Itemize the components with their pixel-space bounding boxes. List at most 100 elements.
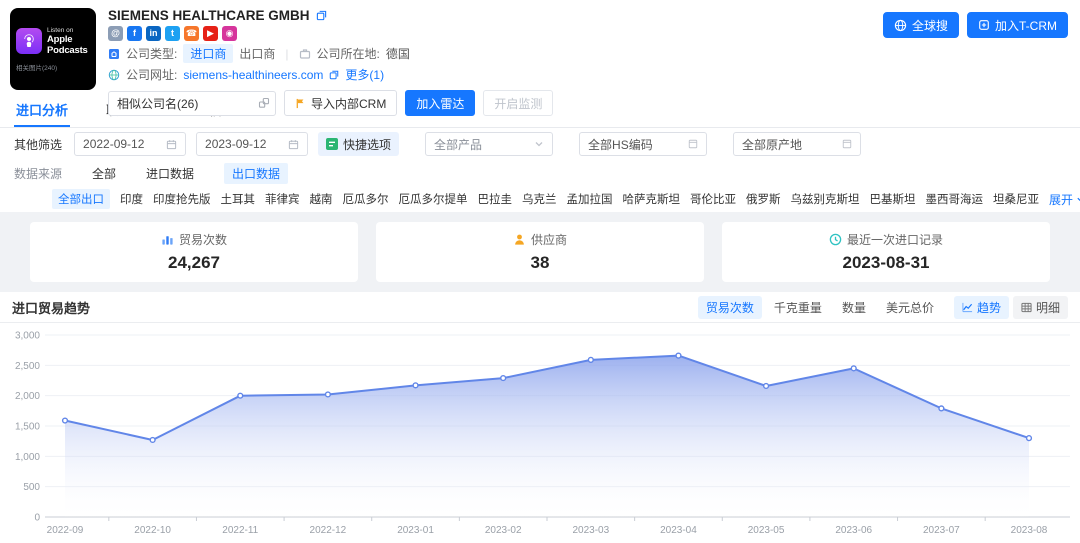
facebook-icon[interactable]: f [127,26,142,41]
view-trend-button[interactable]: 趋势 [954,296,1009,319]
metric-quantity[interactable]: 数量 [834,296,874,319]
logo-caption: 相关图片(240) [16,62,90,72]
instagram-icon[interactable]: ◉ [222,26,237,41]
hs-code-select[interactable]: 全部HS编码 [579,132,707,156]
supplier-card: 供应商 38 [376,222,704,282]
other-filters-label: 其他筛选 [14,136,62,153]
svg-text:2,000: 2,000 [15,391,40,402]
company-header: Listen on Apple Podcasts 相关图片(240) SIEME… [0,0,1080,98]
country-tab-8[interactable]: 巴拉圭 [478,191,513,207]
link-icon[interactable] [258,97,270,109]
country-tab-3[interactable]: 土耳其 [221,191,256,207]
country-tab-10[interactable]: 孟加拉国 [567,191,613,207]
monitor-button[interactable]: 开启监测 [483,90,553,116]
svg-text:2023-06: 2023-06 [835,525,872,536]
svg-text:2023-02: 2023-02 [485,525,522,536]
country-tab-6[interactable]: 厄瓜多尔 [343,191,389,207]
svg-text:2022-09: 2022-09 [47,525,84,536]
logo-listen-on: Listen on [47,27,90,34]
source-import[interactable]: 进口数据 [146,165,194,182]
country-tab-9[interactable]: 乌克兰 [522,191,557,207]
country-tab-11[interactable]: 哈萨克斯坦 [623,191,681,207]
expand-button[interactable]: 展开 [1049,191,1080,208]
country-tab-2[interactable]: 印度抢先版 [153,191,211,207]
website-icon[interactable]: @ [108,26,123,41]
source-all[interactable]: 全部 [92,165,116,182]
svg-text:0: 0 [34,513,40,524]
phone-icon[interactable]: ☎ [184,26,199,41]
svg-text:1,500: 1,500 [15,422,40,433]
country-tab-17[interactable]: 坦桑尼亚 [993,191,1039,207]
calendar-icon [288,139,299,150]
country-tab-13[interactable]: 俄罗斯 [746,191,781,207]
similar-company-input[interactable] [108,91,276,116]
country-tab-1[interactable]: 印度 [120,191,143,207]
trade-count-label: 贸易次数 [179,231,227,248]
calendar-icon [166,139,177,150]
join-tcrm-button[interactable]: 加入T-CRM [967,12,1068,38]
country-tab-0[interactable]: 全部出口 [52,189,110,209]
line-chart-icon [962,302,973,313]
import-crm-button[interactable]: 导入内部CRM [284,90,397,116]
filter-row: 其他筛选 2022-09-12 2023-09-12 快捷选项 全部产品 全部H… [0,128,1080,160]
metric-kg-weight[interactable]: 千克重量 [766,296,830,319]
twitter-icon[interactable]: t [165,26,180,41]
country-tab-4[interactable]: 菲律宾 [265,191,300,207]
location-value: 德国 [386,45,410,62]
data-source-label: 数据来源 [14,165,62,182]
last-import-value: 2023-08-31 [843,253,930,273]
date-from-input[interactable]: 2022-09-12 [74,132,186,156]
quick-options-button[interactable]: 快捷选项 [318,132,399,156]
exporter-tag[interactable]: 出口商 [239,45,275,62]
svg-text:2023-05: 2023-05 [748,525,785,536]
company-logo: Listen on Apple Podcasts 相关图片(240) [10,8,96,90]
add-radar-button[interactable]: 加入雷达 [405,90,475,116]
svg-text:2023-03: 2023-03 [572,525,609,536]
date-to-input[interactable]: 2023-09-12 [196,132,308,156]
handshake-icon [299,48,311,60]
multi-select-icon [688,139,698,149]
company-type-label: 公司类型: [126,45,177,62]
svg-text:2022-11: 2022-11 [222,525,258,536]
multi-select-icon [842,139,852,149]
bar-chart-icon [161,233,174,246]
country-tab-7[interactable]: 厄瓜多尔提单 [399,191,468,207]
svg-text:2023-08: 2023-08 [1011,525,1048,536]
copy-icon[interactable] [329,70,339,80]
trade-count-card: 贸易次数 24,267 [30,222,358,282]
country-tab-12[interactable]: 哥伦比亚 [690,191,736,207]
chart-title: 进口贸易趋势 [12,298,90,317]
more-link[interactable]: 更多(1) [345,66,384,83]
chart-header: 进口贸易趋势 贸易次数 千克重量 数量 美元总价 趋势 明细 [0,292,1080,323]
company-name: SIEMENS HEALTHCARE GMBH [108,8,310,23]
country-tab-5[interactable]: 越南 [310,191,333,207]
website-link[interactable]: siemens-healthineers.com [183,68,323,82]
last-import-label: 最近一次进口记录 [847,231,943,248]
supplier-value: 38 [531,253,550,273]
global-search-button[interactable]: 全球搜 [883,12,959,38]
last-import-card: 最近一次进口记录 2023-08-31 [722,222,1050,282]
view-detail-button[interactable]: 明细 [1013,296,1068,319]
country-tab-14[interactable]: 乌兹别克斯坦 [791,191,860,207]
origin-select[interactable]: 全部原产地 [733,132,861,156]
svg-text:2023-04: 2023-04 [660,525,697,536]
linkedin-icon[interactable]: in [146,26,161,41]
country-tab-15[interactable]: 巴基斯坦 [870,191,916,207]
metric-usd-total[interactable]: 美元总价 [878,296,942,319]
youtube-icon[interactable]: ▶ [203,26,218,41]
importer-tag[interactable]: 进口商 [183,44,233,63]
crm-icon [978,19,990,31]
product-select[interactable]: 全部产品 [425,132,553,156]
supplier-label: 供应商 [531,231,567,248]
tab-import-analysis[interactable]: 进口分析 [14,94,70,127]
copy-icon[interactable] [316,10,327,21]
globe-icon [108,69,120,81]
metric-trade-count[interactable]: 贸易次数 [698,296,762,319]
country-tab-16[interactable]: 墨西哥海运 [926,191,984,207]
trade-count-value: 24,267 [168,253,220,273]
divider: | [285,47,288,61]
source-export[interactable]: 出口数据 [224,163,288,184]
stats-section: 贸易次数 24,267 供应商 38 最近一次进口记录 2023-08-31 [0,212,1080,292]
svg-text:2022-12: 2022-12 [310,525,347,536]
country-tabs-row: 全部出口印度印度抢先版土耳其菲律宾越南厄瓜多尔厄瓜多尔提单巴拉圭乌克兰孟加拉国哈… [0,186,1080,212]
